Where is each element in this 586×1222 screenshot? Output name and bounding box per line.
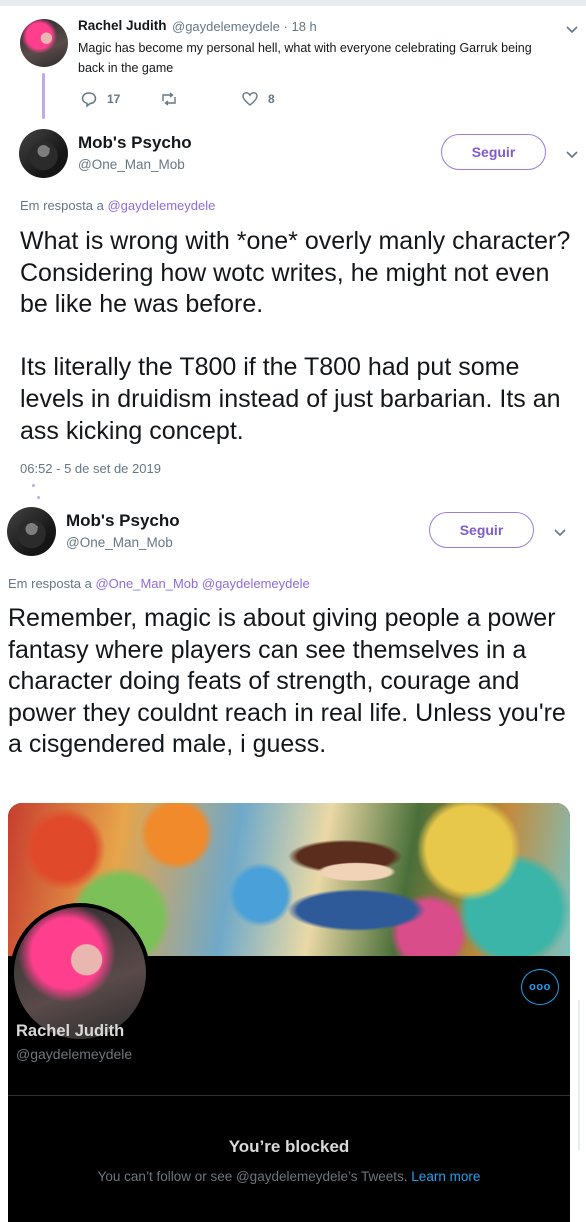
blocked-text: You can’t follow or see @gaydelemeydele’… bbox=[97, 1169, 408, 1184]
like-count: 8 bbox=[268, 92, 275, 106]
tweet2-author-handle[interactable]: @One_Man_Mob bbox=[78, 157, 185, 172]
tweet1-author-handle[interactable]: @gaydelemeydele bbox=[172, 19, 280, 34]
follow-button[interactable]: Seguir bbox=[429, 512, 534, 548]
tweet2-author-name[interactable]: Mob's Psycho bbox=[78, 133, 192, 153]
more-icon: ooo bbox=[529, 981, 551, 993]
blocked-title: You’re blocked bbox=[228, 1137, 350, 1156]
tweet1-text: Magic has become my personal hell, what … bbox=[78, 41, 532, 75]
meta-separator: · bbox=[283, 19, 288, 34]
chevron-down-icon[interactable] bbox=[563, 145, 581, 163]
profile-handle: @gaydelemeydele bbox=[16, 1046, 133, 1062]
avatar-rachel-judith[interactable] bbox=[20, 19, 68, 67]
tweet3-reply-context: Em resposta a @One_Man_Mob @gaydelemeyde… bbox=[8, 576, 310, 591]
tweet2-text: What is wrong with *one* overly manly ch… bbox=[20, 227, 571, 445]
tweet2-reply-context: Em resposta a @gaydelemeydele bbox=[20, 198, 215, 213]
tweet3-author-handle[interactable]: @One_Man_Mob bbox=[66, 535, 173, 550]
reply-prefix: Em resposta a bbox=[20, 198, 104, 213]
tweet3-text: Remember, magic is about giving people a… bbox=[8, 604, 566, 759]
avatar-mobs-psycho[interactable] bbox=[7, 507, 56, 556]
tweet3-author-name[interactable]: Mob's Psycho bbox=[66, 511, 180, 531]
retweet-icon bbox=[162, 92, 176, 106]
tweet1-meta: @gaydelemeydele · 18 h bbox=[172, 19, 317, 34]
tweet2-timestamp[interactable]: 06:52 - 5 de set de 2019 bbox=[20, 461, 161, 476]
follow-button[interactable]: Seguir bbox=[441, 134, 546, 170]
reply-to-link[interactable]: @gaydelemeydele bbox=[107, 198, 215, 213]
tweet1-author-name[interactable]: Rachel Judith bbox=[78, 18, 167, 33]
profile-name: Rachel Judith bbox=[16, 1022, 125, 1040]
chevron-down-icon[interactable] bbox=[563, 20, 581, 38]
like-action[interactable]: 8 bbox=[241, 90, 275, 108]
avatar-mobs-psycho[interactable] bbox=[19, 129, 68, 178]
reply-count: 17 bbox=[107, 92, 121, 106]
thread-line bbox=[42, 73, 45, 119]
reply-icon bbox=[81, 92, 97, 108]
reply-prefix: Em resposta a bbox=[8, 576, 92, 591]
divider bbox=[578, 1000, 580, 1150]
blocked-message: You can’t follow or see @gaydelemeydele’… bbox=[8, 1169, 570, 1184]
reply-action[interactable]: 17 bbox=[80, 90, 120, 108]
chevron-down-icon[interactable] bbox=[551, 523, 569, 541]
learn-more-link: Learn more bbox=[411, 1169, 481, 1184]
reply-to-link[interactable]: @One_Man_Mob @gaydelemeydele bbox=[95, 576, 309, 591]
more-options-button: ooo bbox=[521, 969, 559, 1005]
tweet1-time[interactable]: 18 h bbox=[291, 19, 316, 34]
embedded-profile-image[interactable]: ooo Rachel Judith @gaydelemeydele You’re… bbox=[8, 803, 570, 1222]
thread-dot bbox=[32, 484, 35, 487]
divider bbox=[8, 1095, 570, 1096]
top-border bbox=[0, 0, 586, 6]
retweet-action[interactable] bbox=[160, 90, 178, 108]
thread-dot bbox=[37, 496, 40, 499]
heart-icon bbox=[242, 92, 258, 106]
